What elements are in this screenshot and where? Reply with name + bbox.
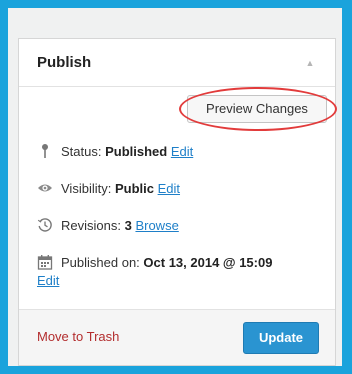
visibility-label: Visibility: bbox=[61, 181, 112, 196]
publish-title: Publish bbox=[37, 54, 92, 71]
status-label: Status: bbox=[61, 144, 102, 159]
pin-icon bbox=[37, 143, 53, 159]
update-button[interactable]: Update bbox=[243, 322, 319, 354]
status-row: Status: Published Edit bbox=[37, 143, 193, 159]
revisions-value: 3 bbox=[124, 218, 132, 233]
collapse-toggle-icon[interactable]: ▲ bbox=[303, 56, 317, 70]
published-on-edit-link[interactable]: Edit bbox=[37, 273, 59, 288]
move-to-trash-link[interactable]: Move to Trash bbox=[37, 329, 119, 344]
revisions-row: Revisions: 3 Browse bbox=[37, 217, 179, 233]
publish-footer: Move to Trash Update bbox=[19, 309, 335, 365]
revisions-label: Revisions: bbox=[61, 218, 121, 233]
status-value: Published bbox=[105, 144, 168, 159]
publish-box-header: Publish ▲ bbox=[19, 39, 335, 87]
published-on-label: Published on: bbox=[61, 255, 140, 270]
publish-box: Publish ▲ Preview Changes Status: Publis… bbox=[18, 38, 337, 366]
published-on-value: Oct 13, 2014 @ 15:09 bbox=[143, 255, 273, 270]
publish-panel: Publish ▲ Preview Changes Status: Publis… bbox=[8, 8, 342, 366]
calendar-icon bbox=[37, 254, 53, 270]
revisions-browse-link[interactable]: Browse bbox=[135, 218, 178, 233]
history-icon bbox=[37, 217, 53, 233]
visibility-value: Public bbox=[114, 181, 154, 196]
visibility-row: Visibility: Public Edit bbox=[37, 180, 180, 196]
preview-changes-button[interactable]: Preview Changes bbox=[187, 95, 327, 123]
visibility-edit-link[interactable]: Edit bbox=[158, 181, 180, 196]
eye-icon bbox=[37, 180, 53, 196]
published-on-row: Published on: Oct 13, 2014 @ 15:09 Edit bbox=[37, 254, 272, 290]
status-edit-link[interactable]: Edit bbox=[171, 144, 193, 159]
